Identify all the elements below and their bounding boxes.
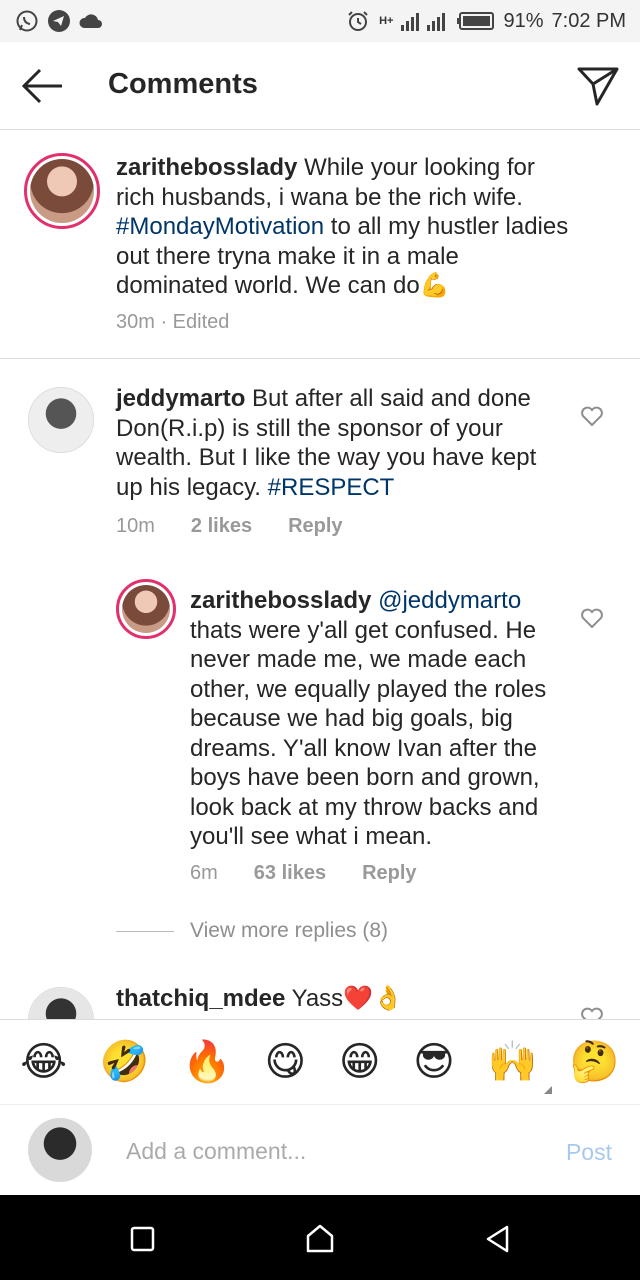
comments-header: Comments [0, 42, 640, 130]
comment-username[interactable]: jeddymarto [116, 385, 245, 412]
skin-tone-indicator [544, 1086, 552, 1094]
heart-icon[interactable] [580, 607, 604, 629]
clock: 7:02 PM [551, 9, 626, 32]
timestamp: 30m [116, 311, 155, 333]
comment-username[interactable]: zarithebosslady [190, 587, 371, 614]
divider [116, 930, 174, 932]
emoji-grin[interactable]: 😁 [339, 1042, 381, 1082]
view-more-replies[interactable]: View more replies (8) [116, 919, 388, 943]
status-bar: H+ 91% 7:02 PM [0, 0, 640, 42]
battery-percent: 91% [503, 9, 544, 32]
comment-text: jeddymarto But after all said and done D… [116, 384, 566, 502]
avatar[interactable] [116, 579, 176, 639]
view-more-label[interactable]: View more replies (8) [190, 919, 388, 943]
hashtag-link[interactable]: #MondayMotivation [116, 213, 324, 240]
comment-username[interactable]: thatchiq_mdee [116, 985, 285, 1012]
comment-meta: 10m 2 likes Reply [116, 515, 343, 538]
timestamp: 6m [190, 862, 218, 884]
emoji-tears-of-joy[interactable]: 😂 [20, 1042, 67, 1082]
reply-text: zarithebosslady @jeddymarto thats were y… [190, 586, 570, 852]
heart-icon[interactable] [580, 1006, 604, 1019]
reply-meta: 6m 63 likes Reply [190, 862, 417, 885]
flexed-biceps-emoji: 💪 [419, 272, 450, 299]
cloud-icon [78, 8, 104, 34]
avatar [28, 1118, 92, 1182]
emoji-fire[interactable]: 🔥 [182, 1042, 232, 1082]
emoji-quick-bar: 😂 🤣 🔥 😋 😁 😎 🙌 🤔 [0, 1019, 640, 1105]
emoji-rofl[interactable]: 🤣 [100, 1042, 150, 1082]
avatar[interactable] [28, 387, 94, 453]
emoji-yum[interactable]: 😋 [265, 1042, 307, 1082]
comment-composer: Post [0, 1105, 640, 1195]
battery-icon [457, 8, 495, 34]
heart-icon[interactable] [580, 405, 604, 427]
comments-list[interactable]: zarithebosslady While your looking for r… [0, 131, 640, 1019]
emoji-thinking[interactable]: 🤔 [570, 1042, 620, 1082]
caption-meta: 30m · Edited [116, 311, 229, 334]
avatar[interactable] [28, 987, 94, 1019]
square-icon[interactable] [122, 1219, 162, 1259]
signal-icon [401, 8, 449, 34]
post-button[interactable]: Post [566, 1139, 612, 1166]
timestamp: 10m [116, 515, 155, 537]
likes-count[interactable]: 63 likes [254, 862, 326, 885]
reply-button[interactable]: Reply [362, 862, 416, 885]
back-arrow-icon[interactable] [18, 64, 66, 108]
comment-text: thatchiq_mdee Yass❤️👌 [116, 984, 566, 1014]
avatar[interactable] [24, 153, 100, 229]
telegram-icon [46, 8, 72, 34]
mention-link[interactable]: @jeddymarto [378, 587, 521, 614]
reply-body: thats were y'all get confused. He never … [190, 616, 547, 851]
whatsapp-icon [14, 8, 40, 34]
caption-post: zarithebosslady While your looking for r… [0, 131, 640, 359]
edited-label: · Edited [154, 311, 230, 333]
caption-text: zarithebosslady While your looking for r… [116, 153, 576, 301]
alarm-icon [345, 8, 371, 34]
comment-input[interactable] [126, 1131, 526, 1171]
heart-ok-emoji: ❤️👌 [343, 985, 403, 1012]
comment-body: Yass [285, 985, 344, 1012]
network-type: H+ [379, 15, 394, 27]
likes-count[interactable]: 2 likes [191, 515, 252, 538]
direct-message-icon[interactable] [576, 64, 620, 108]
system-nav-bar [0, 1195, 640, 1280]
home-circle-icon[interactable] [300, 1219, 340, 1259]
back-triangle-icon[interactable] [478, 1219, 518, 1259]
emoji-raised-hands[interactable]: 🙌 [487, 1042, 537, 1082]
page-title: Comments [108, 68, 258, 100]
reply-button[interactable]: Reply [288, 515, 342, 538]
emoji-sunglasses[interactable]: 😎 [413, 1042, 455, 1082]
hashtag-link[interactable]: #RESPECT [268, 474, 395, 501]
comment-username[interactable]: zarithebosslady [116, 154, 297, 181]
